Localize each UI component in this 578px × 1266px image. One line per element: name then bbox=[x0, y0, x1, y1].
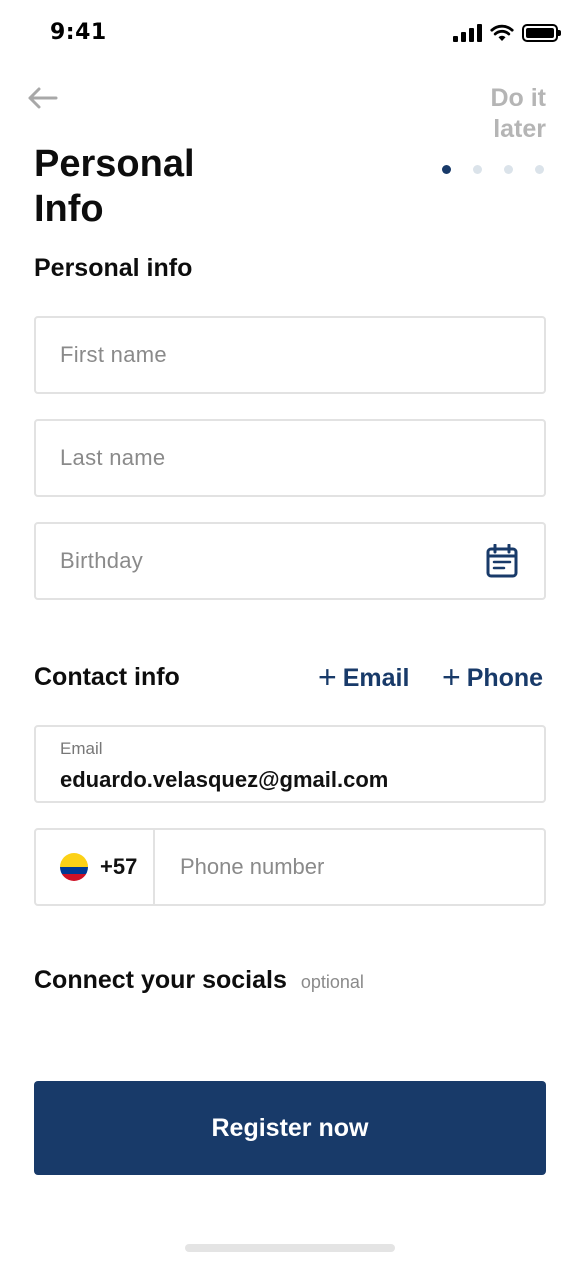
last-name-placeholder: Last name bbox=[60, 445, 166, 470]
status-icons bbox=[453, 24, 561, 42]
home-indicator[interactable] bbox=[185, 1244, 395, 1252]
wifi-icon bbox=[490, 24, 514, 41]
calendar-icon[interactable] bbox=[486, 544, 518, 578]
connect-socials-heading: Connect your socials bbox=[34, 966, 287, 994]
personal-info-heading: Personal info bbox=[34, 254, 193, 282]
optional-label: optional bbox=[300, 972, 364, 992]
page-title: Personal Info bbox=[34, 142, 294, 232]
country-code: +57 bbox=[100, 854, 138, 879]
page-title-line2: Info bbox=[34, 188, 104, 230]
last-name-field[interactable]: Last name bbox=[34, 419, 546, 497]
birthday-field[interactable]: Birthday bbox=[34, 522, 546, 600]
plus-icon: + bbox=[318, 659, 337, 695]
birthday-placeholder: Birthday bbox=[60, 548, 144, 573]
do-it-later-line1: Do it bbox=[490, 84, 546, 112]
back-arrow-icon[interactable] bbox=[26, 84, 58, 112]
add-phone-button[interactable]: + Phone bbox=[442, 659, 544, 695]
email-field-value: eduardo.velasquez@gmail.com bbox=[60, 767, 389, 792]
contact-info-heading: Contact info bbox=[34, 663, 180, 691]
socials-header: Connect your socials optional bbox=[34, 966, 364, 995]
first-name-field[interactable]: First name bbox=[34, 316, 546, 394]
add-email-label: Email bbox=[342, 664, 410, 692]
phone-number-placeholder[interactable]: Phone number bbox=[180, 854, 324, 880]
add-phone-label: Phone bbox=[466, 664, 544, 692]
battery-icon bbox=[522, 24, 561, 42]
email-field-label: Email bbox=[60, 739, 103, 758]
step-dot-active bbox=[442, 165, 451, 174]
plus-icon: + bbox=[442, 659, 461, 695]
country-code-selector[interactable]: +57 bbox=[36, 830, 155, 904]
page-title-line1: Personal bbox=[34, 143, 195, 185]
do-it-later-line2: later bbox=[493, 115, 546, 143]
colombia-flag-icon bbox=[60, 853, 88, 881]
do-it-later-button[interactable]: Do it later bbox=[436, 83, 546, 145]
add-email-button[interactable]: + Email bbox=[318, 659, 410, 695]
step-dot bbox=[504, 165, 513, 174]
step-indicator bbox=[442, 165, 544, 174]
step-dot bbox=[473, 165, 482, 174]
email-field[interactable]: Email eduardo.velasquez@gmail.com bbox=[34, 725, 546, 803]
status-time: 9:41 bbox=[50, 20, 107, 45]
cellular-signal-icon bbox=[453, 24, 482, 42]
phone-field[interactable]: +57 Phone number bbox=[34, 828, 546, 906]
register-button[interactable]: Register now bbox=[34, 1081, 546, 1175]
first-name-placeholder: First name bbox=[60, 342, 167, 367]
step-dot bbox=[535, 165, 544, 174]
